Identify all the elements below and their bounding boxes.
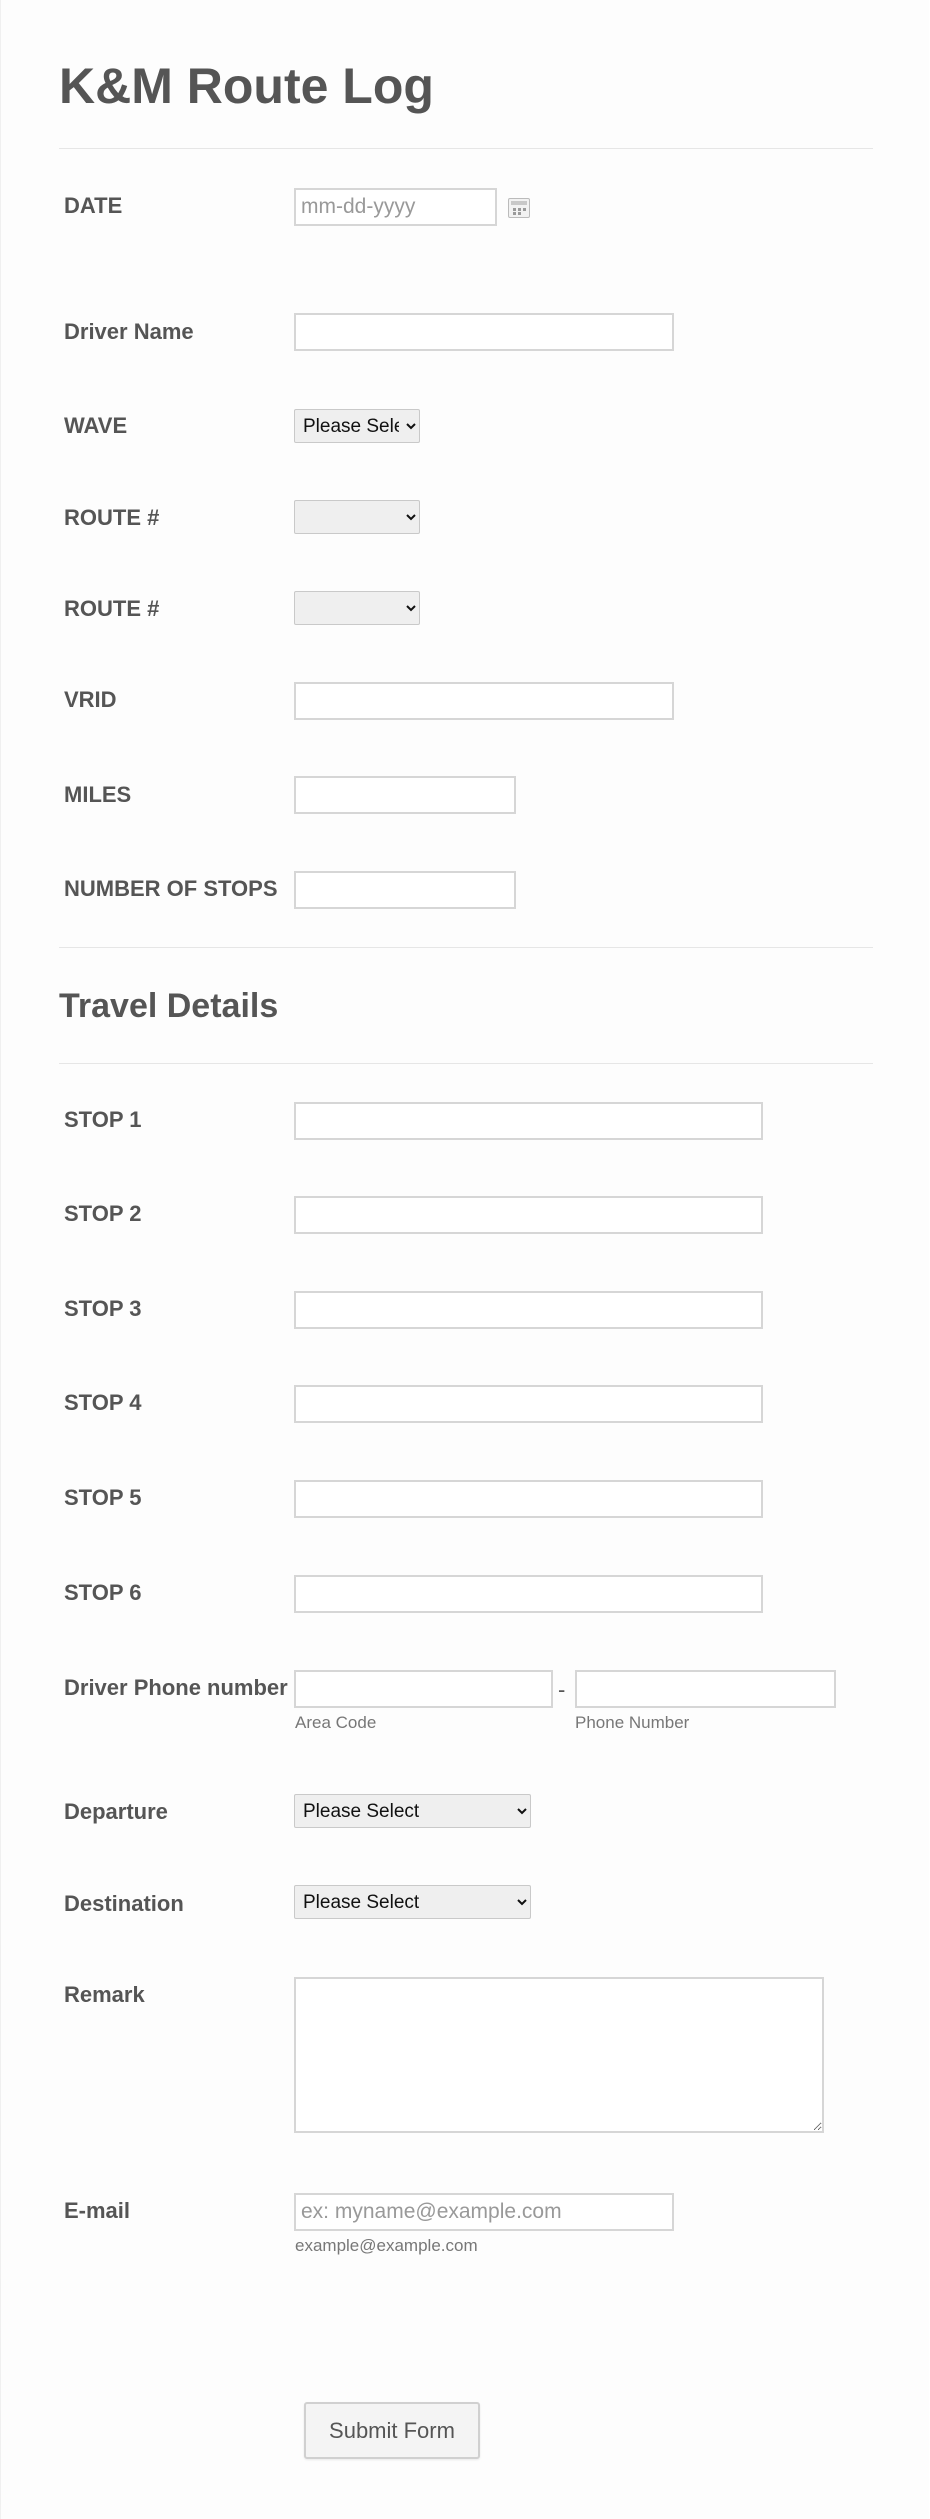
stop-3-input[interactable] <box>294 1291 763 1329</box>
stop-2-label: STOP 2 <box>64 1201 142 1226</box>
header-divider <box>59 148 873 149</box>
area-code-sublabel: Area Code <box>295 1713 377 1732</box>
vrid-label: VRID <box>64 687 117 712</box>
stop-3-label: STOP 3 <box>64 1296 142 1321</box>
number-of-stops-label: NUMBER OF STOPS <box>64 876 278 901</box>
miles-label: MILES <box>64 782 132 807</box>
date-input[interactable] <box>294 188 497 226</box>
wave-select[interactable]: Please Select <box>294 409 420 443</box>
wave-label: WAVE <box>64 413 128 438</box>
miles-input[interactable] <box>294 776 516 814</box>
phone-separator: - <box>558 1677 566 1702</box>
departure-select[interactable]: Please Select <box>294 1794 531 1828</box>
form-title: K&M Route Log <box>59 58 434 114</box>
stop-6-input[interactable] <box>294 1575 763 1613</box>
date-label: DATE <box>64 193 123 218</box>
stop-4-label: STOP 4 <box>64 1390 142 1415</box>
stop-6-label: STOP 6 <box>64 1580 142 1605</box>
email-input[interactable] <box>294 2193 674 2231</box>
phone-number-sublabel: Phone Number <box>575 1713 690 1732</box>
remark-textarea[interactable] <box>294 1977 824 2133</box>
route-2-label: ROUTE # <box>64 596 160 621</box>
remark-label: Remark <box>64 1982 145 2007</box>
area-code-input[interactable] <box>294 1670 553 1708</box>
phone-number-input[interactable] <box>575 1670 836 1708</box>
route-2-select[interactable] <box>294 591 420 625</box>
driver-name-label: Driver Name <box>64 319 194 344</box>
phone-label: Driver Phone number <box>64 1675 288 1700</box>
section-title: Travel Details <box>59 987 279 1025</box>
stop-2-input[interactable] <box>294 1196 763 1234</box>
submit-button[interactable]: Submit Form <box>304 2402 480 2459</box>
section-divider-top <box>59 947 873 948</box>
route-1-label: ROUTE # <box>64 505 160 530</box>
stop-5-input[interactable] <box>294 1480 763 1518</box>
stop-5-label: STOP 5 <box>64 1485 142 1510</box>
number-of-stops-input[interactable] <box>294 871 516 909</box>
stop-1-input[interactable] <box>294 1102 763 1140</box>
destination-label: Destination <box>64 1891 184 1916</box>
form-container: K&M Route Log DATE Driver Name WAVE Plea… <box>0 0 929 2519</box>
email-label: E-mail <box>64 2198 131 2223</box>
vrid-input[interactable] <box>294 682 674 720</box>
email-sublabel: example@example.com <box>295 2236 478 2255</box>
destination-select[interactable]: Please Select <box>294 1885 531 1919</box>
calendar-icon[interactable] <box>508 198 530 218</box>
driver-name-input[interactable] <box>294 313 674 351</box>
departure-label: Departure <box>64 1799 168 1824</box>
stop-4-input[interactable] <box>294 1385 763 1423</box>
stop-1-label: STOP 1 <box>64 1107 142 1132</box>
route-1-select[interactable] <box>294 500 420 534</box>
section-divider-bottom <box>59 1063 873 1064</box>
